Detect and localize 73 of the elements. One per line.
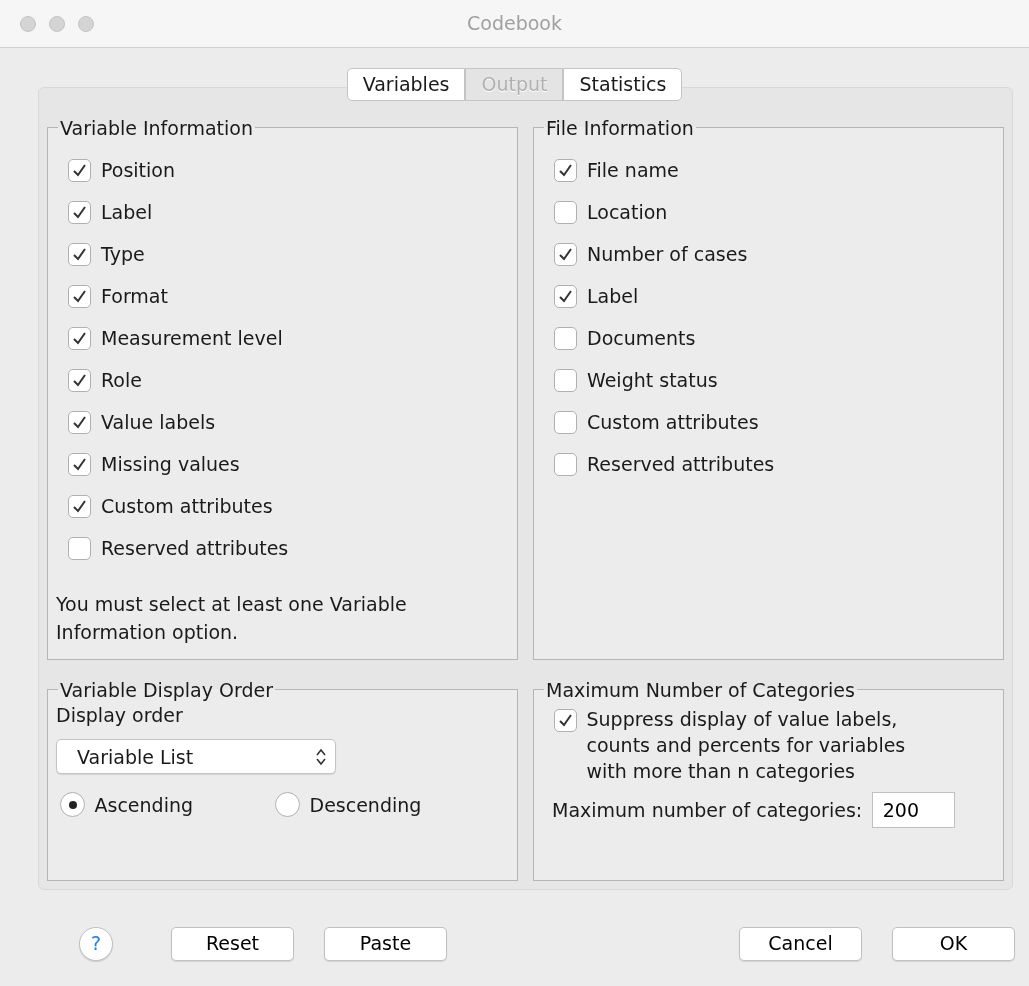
option-label: Reserved attributes	[587, 452, 775, 478]
checkbox[interactable]	[554, 200, 577, 224]
checkbox[interactable]	[68, 158, 91, 182]
check-icon	[72, 204, 87, 220]
dialog-button[interactable]: Cancel	[739, 926, 862, 961]
checkbox[interactable]	[68, 494, 91, 518]
checkbox[interactable]	[68, 284, 91, 308]
option-label: Format	[101, 284, 168, 310]
option-label: Reserved attributes	[101, 536, 289, 562]
checkbox[interactable]	[554, 284, 577, 308]
option-label: Descending	[309, 792, 422, 818]
group-title: Maximum Number of Categories	[545, 678, 856, 702]
option-label: Measurement level	[101, 326, 283, 352]
checkbox[interactable]	[554, 709, 577, 733]
check-icon	[72, 246, 87, 262]
check-icon	[72, 162, 87, 178]
radio-button[interactable]	[60, 792, 85, 818]
check-icon	[72, 330, 87, 346]
check-icon	[558, 288, 573, 304]
number-field[interactable]: 200	[871, 792, 955, 829]
checkbox[interactable]	[554, 326, 577, 350]
option-label: Number of cases	[587, 242, 748, 268]
radio-button[interactable]	[275, 792, 300, 818]
option-label: Label	[101, 200, 153, 226]
field-label: Maximum number of categories:	[552, 798, 863, 824]
tab[interactable]: Statistics	[563, 68, 683, 101]
option-label: Role	[101, 368, 142, 394]
check-icon	[72, 498, 87, 514]
checkbox[interactable]	[554, 452, 577, 476]
checkbox[interactable]	[68, 536, 91, 560]
window-title: Codebook	[467, 11, 562, 37]
check-icon	[558, 162, 573, 178]
tab[interactable]: Variables	[346, 68, 466, 101]
check-icon	[72, 414, 87, 430]
option-label: File name	[587, 158, 679, 184]
checkbox[interactable]	[68, 326, 91, 350]
option-label: Ascending	[94, 792, 194, 818]
checkbox[interactable]	[68, 410, 91, 434]
group-title: Variable Display Order	[59, 678, 275, 702]
help-button[interactable]: ?	[79, 926, 113, 961]
chevron-icon	[315, 747, 327, 766]
option-label: Missing values	[101, 452, 240, 478]
dialog-button[interactable]: Paste	[324, 926, 447, 961]
checkbox[interactable]	[554, 158, 577, 182]
checkbox[interactable]	[554, 410, 577, 434]
check-icon	[558, 246, 573, 262]
checkbox[interactable]	[554, 368, 577, 392]
option-label: Weight status	[587, 368, 718, 394]
check-icon	[72, 456, 87, 472]
option-label: Suppress display of value labels, counts and percents for variables with more than n categories	[586, 707, 907, 784]
field-label: Display order	[56, 703, 184, 729]
option-label: Position	[101, 158, 175, 184]
checkbox[interactable]	[68, 452, 91, 476]
option-label: Value labels	[101, 410, 216, 436]
check-icon	[558, 713, 573, 729]
check-icon	[72, 288, 87, 304]
checkbox[interactable]	[68, 200, 91, 224]
dialog-button[interactable]: OK	[892, 926, 1015, 961]
option-label: Location	[587, 200, 668, 226]
option-label: Type	[101, 242, 145, 268]
option-label: Label	[587, 284, 639, 310]
option-label: Documents	[587, 326, 696, 352]
dropdown[interactable]: Variable List	[56, 739, 336, 775]
check-icon	[72, 372, 87, 388]
note-text: You must select at least one Variable Information option.	[56, 591, 408, 646]
group-title: File Information	[545, 116, 695, 140]
option-label: Custom attributes	[587, 410, 759, 436]
group-title: Variable Information	[59, 116, 254, 140]
checkbox[interactable]	[68, 368, 91, 392]
checkbox[interactable]	[68, 242, 91, 266]
dialog-button[interactable]: Reset	[171, 926, 294, 961]
checkbox[interactable]	[554, 242, 577, 266]
option-label: Custom attributes	[101, 494, 273, 520]
